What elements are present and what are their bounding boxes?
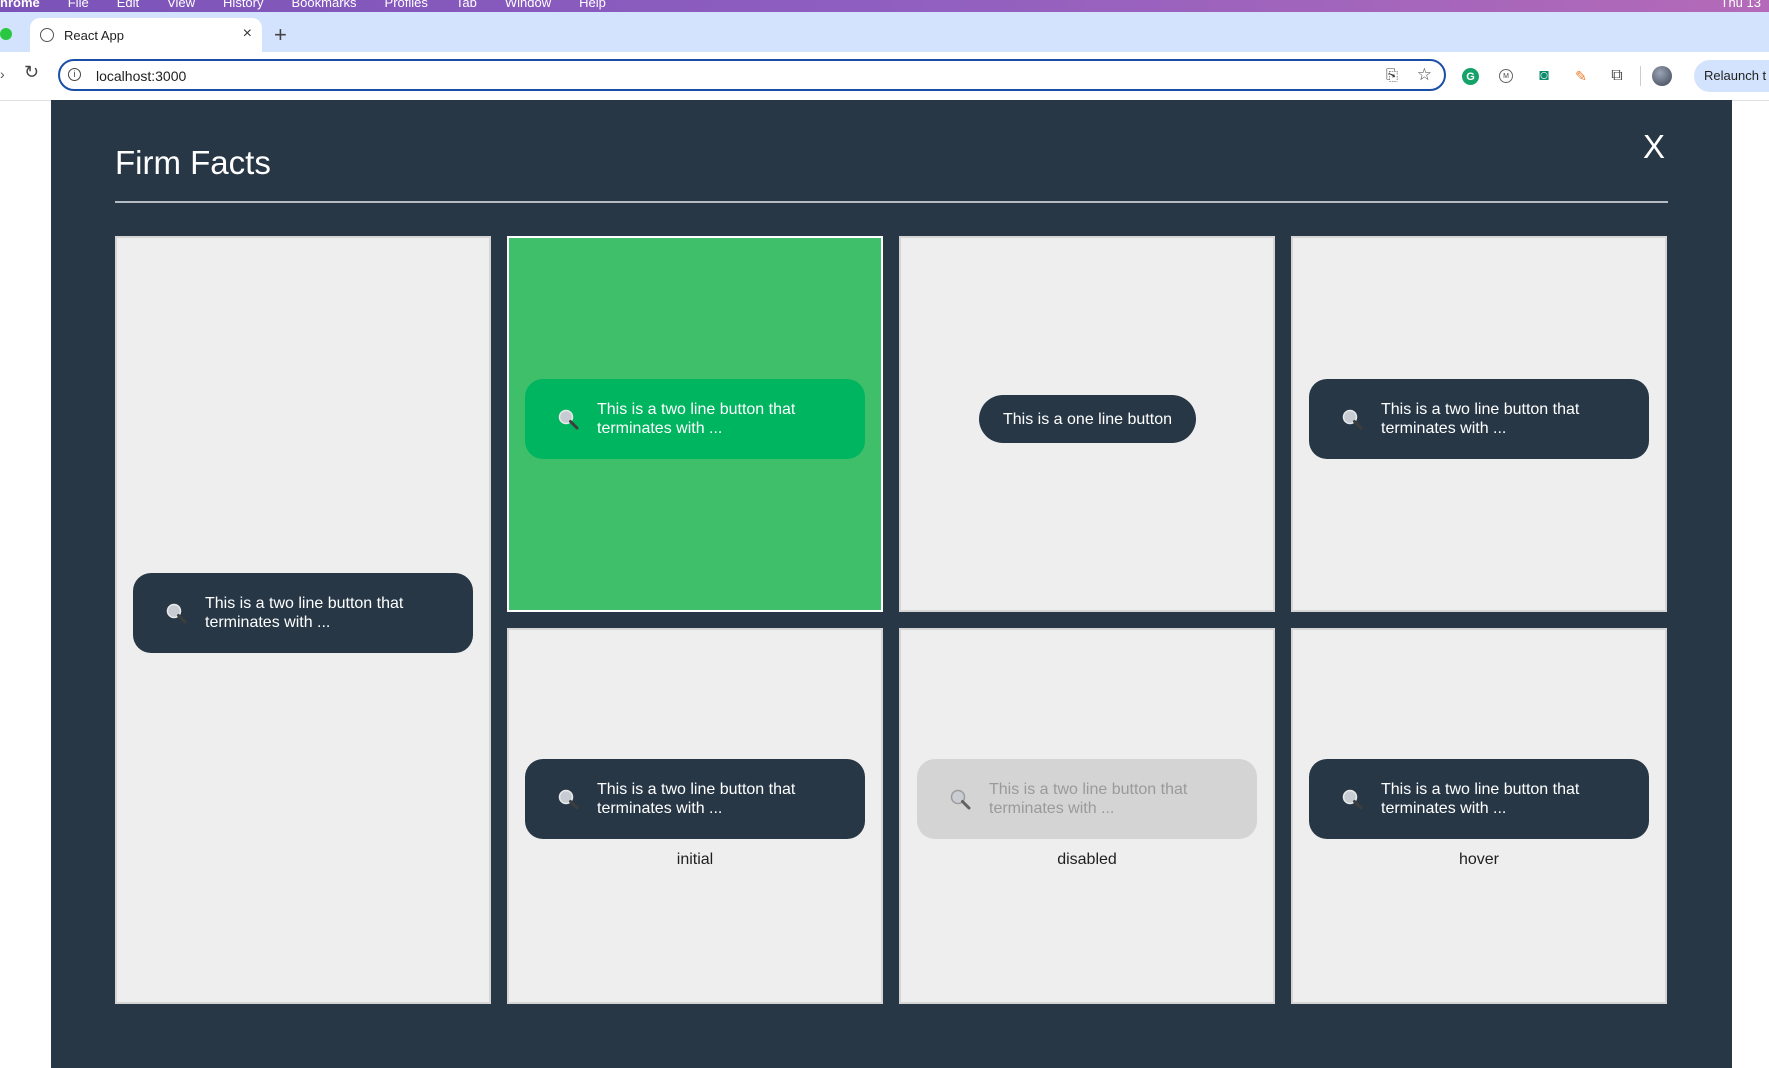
state-label: initial xyxy=(676,851,714,868)
menu-help[interactable]: Help xyxy=(579,0,606,10)
extensions-puzzle-icon[interactable]: ⧉ xyxy=(1607,66,1627,86)
button-label: This is a two line button that terminate… xyxy=(1381,781,1580,817)
state-label: disabled xyxy=(1057,851,1117,868)
new-tab-button[interactable]: + xyxy=(274,22,287,48)
two-line-button[interactable]: This is a two line button that terminate… xyxy=(133,573,473,653)
magnifier-icon xyxy=(1342,789,1363,810)
relaunch-button[interactable]: Relaunch t xyxy=(1694,60,1769,92)
extension-m-icon[interactable]: M xyxy=(1499,69,1513,83)
toolbar-divider xyxy=(1640,66,1641,86)
menubar-items: hrome File Edit View History Bookmarks P… xyxy=(0,0,606,10)
profile-avatar[interactable] xyxy=(1652,66,1672,86)
menu-file[interactable]: File xyxy=(68,0,89,10)
grid-cell-highlighted: This is a two line button that terminate… xyxy=(507,236,883,612)
menubar-clock[interactable]: Thu 13 xyxy=(1721,0,1761,10)
menu-tab[interactable]: Tab xyxy=(456,0,477,10)
magnifier-icon xyxy=(558,789,579,810)
state-label: hover xyxy=(1458,851,1500,868)
magnifier-icon xyxy=(950,789,971,810)
button-label: This is a two line button that terminate… xyxy=(597,781,796,817)
two-line-button-initial[interactable]: This is a two line button that terminate… xyxy=(525,759,865,839)
one-line-button[interactable]: This is a one line button xyxy=(979,395,1196,443)
grid-cell-disabled: This is a two line button that terminate… xyxy=(899,628,1275,1004)
button-label: This is a two line button that terminate… xyxy=(205,595,404,631)
magnifier-icon xyxy=(1342,409,1363,430)
browser-tab[interactable]: React App × xyxy=(30,18,262,52)
tab-title: React App xyxy=(64,27,124,43)
window-zoom-button[interactable] xyxy=(0,28,12,40)
two-line-button-hover[interactable]: This is a two line button that terminate… xyxy=(1309,759,1649,839)
forward-icon[interactable]: › xyxy=(0,66,5,82)
button-label: This is a one line button xyxy=(1003,410,1172,428)
menu-edit[interactable]: Edit xyxy=(117,0,139,10)
globe-icon xyxy=(40,28,54,42)
button-label: This is a two line button that terminate… xyxy=(989,781,1188,817)
menu-app-name[interactable]: hrome xyxy=(0,0,40,10)
magnifier-icon xyxy=(166,603,187,624)
tab-close-icon[interactable]: × xyxy=(243,25,252,43)
button-label: This is a two line button that terminate… xyxy=(1381,401,1580,437)
title-divider xyxy=(115,201,1668,203)
install-app-icon[interactable]: ⎘ xyxy=(1386,67,1398,84)
address-url[interactable]: localhost:3000 xyxy=(96,68,186,84)
browser-tab-strip: React App × + xyxy=(0,12,1769,52)
site-info-icon[interactable]: i xyxy=(68,68,81,81)
two-line-button[interactable]: This is a two line button that terminate… xyxy=(1309,379,1649,459)
reload-icon[interactable]: ↻ xyxy=(24,62,39,83)
grid-cell-hover: This is a two line button that terminate… xyxy=(1291,628,1667,1004)
bookmark-star-icon[interactable]: ☆ xyxy=(1417,65,1432,85)
grid-cell-two-line: This is a two line button that terminate… xyxy=(1291,236,1667,612)
grammarly-extension-icon[interactable]: G xyxy=(1462,68,1479,85)
menu-window[interactable]: Window xyxy=(505,0,551,10)
grid-cell-tall: This is a two line button that terminate… xyxy=(115,236,491,1004)
macos-menubar: hrome File Edit View History Bookmarks P… xyxy=(0,0,1769,12)
menu-bookmarks[interactable]: Bookmarks xyxy=(292,0,357,10)
menu-profiles[interactable]: Profiles xyxy=(385,0,428,10)
address-bar[interactable]: i localhost:3000 ⎘ ☆ xyxy=(58,59,1446,91)
close-icon[interactable]: X xyxy=(1643,128,1665,166)
two-line-button-selected[interactable]: This is a two line button that terminate… xyxy=(525,379,865,459)
extension-pen-icon[interactable]: ✎ xyxy=(1571,66,1591,86)
modal-title: Firm Facts xyxy=(115,144,271,181)
menu-history[interactable]: History xyxy=(223,0,263,10)
extension-record-icon[interactable]: ◙ xyxy=(1534,66,1554,86)
magnifier-icon xyxy=(558,409,579,430)
firm-facts-modal: Firm Facts X This is a two line button t… xyxy=(51,100,1732,1068)
button-label: This is a two line button that terminate… xyxy=(597,401,796,437)
grid-cell-initial: This is a two line button that terminate… xyxy=(507,628,883,1004)
menu-view[interactable]: View xyxy=(167,0,195,10)
grid-cell-one-line: This is a one line button xyxy=(899,236,1275,612)
two-line-button-disabled: This is a two line button that terminate… xyxy=(917,759,1257,839)
